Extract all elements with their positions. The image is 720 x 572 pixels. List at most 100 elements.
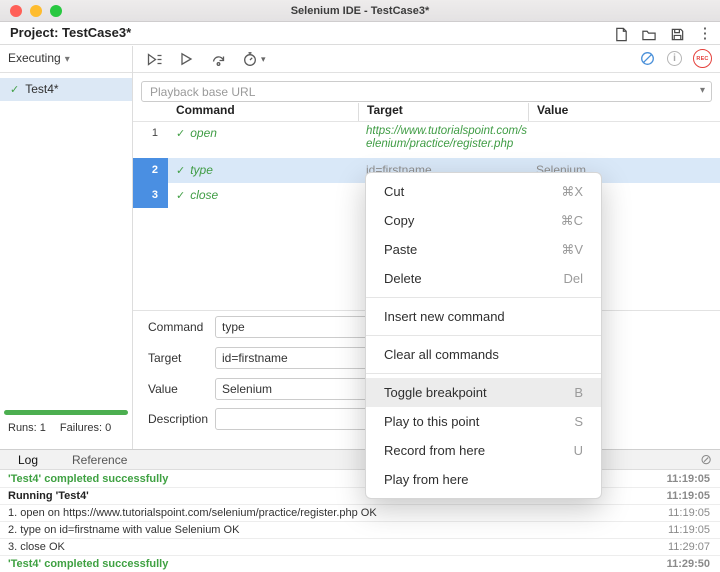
disable-breakpoints-button[interactable]	[638, 50, 656, 68]
menu-item-delete[interactable]: Delete Del	[366, 264, 601, 293]
record-button[interactable]: REC	[693, 49, 712, 68]
menu-item-paste[interactable]: Paste ⌘V	[366, 235, 601, 264]
log-time: 11:19:05	[668, 505, 710, 522]
log-entry: Running 'Test4' 11:19:05	[0, 488, 720, 505]
toolbar: Executing ▾ ▾ i REC	[0, 46, 720, 73]
menu-item-record-from-here[interactable]: Record from here U	[366, 436, 601, 465]
menu-item-play-from-here[interactable]: Play from here	[366, 465, 601, 494]
log-time: 11:29:50	[667, 556, 710, 572]
command-cell: close	[190, 188, 218, 202]
log-text: 'Test4' completed successfully	[8, 473, 168, 485]
titlebar: Selenium IDE - TestCase3*	[0, 0, 720, 22]
menu-item-label: Insert new command	[384, 302, 505, 331]
menu-item-label: Toggle breakpoint	[384, 378, 487, 407]
log-entry: 3. close OK 11:29:07	[0, 539, 720, 556]
menu-item-label: Clear all commands	[384, 340, 499, 369]
check-icon: ✓	[10, 84, 19, 96]
failures-count: Failures: 0	[60, 422, 111, 434]
menu-separator	[366, 373, 601, 374]
breakpoint-row-number[interactable]: 3	[133, 183, 168, 208]
menu-shortcut: ⌘X	[561, 177, 583, 206]
check-icon: ✓	[176, 165, 185, 177]
log-entry: 1. open on https://www.tutorialspoint.co…	[0, 505, 720, 522]
save-project-button[interactable]	[668, 25, 686, 43]
clear-log-icon[interactable]: ⊘	[700, 451, 712, 468]
run-stats: Runs: 1 Failures: 0	[8, 422, 125, 434]
command-field-label: Command	[148, 316, 203, 338]
new-project-button[interactable]	[612, 25, 630, 43]
tab-reference[interactable]: Reference	[62, 450, 137, 471]
log-time: 11:19:05	[667, 471, 710, 488]
sidebar-item-test4[interactable]: ✓ Test4*	[0, 78, 132, 101]
value-cell	[528, 122, 720, 158]
menu-item-copy[interactable]: Copy ⌘C	[366, 206, 601, 235]
playback-url-wrap: ▾	[141, 81, 712, 102]
playback-base-url-input[interactable]	[141, 81, 712, 102]
project-title: Project: TestCase3*	[10, 25, 131, 40]
description-field-label: Description	[148, 408, 208, 430]
menu-item-label: Cut	[384, 177, 404, 206]
command-cell: open	[190, 126, 217, 140]
log-time: 11:19:05	[667, 488, 710, 505]
menu-shortcut: Del	[563, 264, 583, 293]
menu-item-label: Delete	[384, 264, 422, 293]
log-entry: 'Test4' completed successfully 11:29:50	[0, 556, 720, 572]
column-header-target: Target	[358, 103, 528, 121]
breakpoint-row-number[interactable]: 2	[133, 158, 168, 183]
menu-item-label: Play to this point	[384, 407, 479, 436]
menu-item-label: Copy	[384, 206, 414, 235]
command-cell: type	[190, 163, 213, 177]
log-text: Running 'Test4'	[8, 490, 89, 502]
project-bar: Project: TestCase3* ⋮	[0, 23, 720, 45]
menu-item-clear-all-commands[interactable]: Clear all commands	[366, 340, 601, 369]
check-icon: ✓	[176, 190, 185, 202]
menu-item-label: Record from here	[384, 436, 485, 465]
log-entry: 'Test4' completed successfully 11:19:05	[0, 471, 720, 488]
project-name: TestCase3*	[62, 25, 131, 40]
menu-item-play-to-this-point[interactable]: Play to this point S	[366, 407, 601, 436]
more-options-button[interactable]: ⋮	[696, 25, 714, 43]
test-name: Test4*	[25, 82, 58, 96]
menu-separator	[366, 335, 601, 336]
menu-item-cut[interactable]: Cut ⌘X	[366, 177, 601, 206]
chevron-down-icon: ▾	[65, 54, 70, 65]
open-project-button[interactable]	[640, 25, 658, 43]
tab-log[interactable]: Log	[8, 450, 48, 471]
menu-shortcut: U	[574, 436, 583, 465]
window-title: Selenium IDE - TestCase3*	[0, 0, 720, 22]
row-number[interactable]: 1	[133, 122, 168, 158]
menu-item-label: Play from here	[384, 465, 469, 494]
check-icon: ✓	[176, 128, 185, 140]
run-all-tests-button[interactable]	[145, 50, 163, 68]
log-text: 2. type on id=firstname with value Selen…	[8, 524, 239, 536]
menu-shortcut: ⌘V	[561, 235, 583, 264]
menu-shortcut: ⌘C	[561, 206, 583, 235]
value-field-label: Value	[148, 378, 178, 400]
bottom-tabbar: Log Reference ⊘	[0, 449, 720, 470]
project-label: Project:	[10, 25, 58, 40]
pause-on-exceptions-button[interactable]: i	[667, 51, 682, 66]
run-current-test-button[interactable]	[177, 50, 195, 68]
step-over-button[interactable]	[209, 50, 227, 68]
chevron-down-icon: ▾	[261, 54, 266, 65]
menu-item-label: Paste	[384, 235, 417, 264]
selenium-ide-window: Selenium IDE - TestCase3* Project: TestC…	[0, 0, 720, 572]
column-header-command: Command	[168, 103, 358, 121]
menu-item-toggle-breakpoint[interactable]: Toggle breakpoint B	[366, 378, 601, 407]
context-menu: Cut ⌘X Copy ⌘C Paste ⌘V Delete Del Inser…	[365, 172, 602, 499]
menu-shortcut: B	[574, 378, 583, 407]
runs-count: Runs: 1	[8, 422, 46, 434]
log-text: 1. open on https://www.tutorialspoint.co…	[8, 507, 377, 519]
run-progress-bar	[4, 410, 128, 415]
menu-shortcut: S	[574, 407, 583, 436]
target-cell: https://www.tutorialspoint.com/selenium/…	[358, 122, 528, 158]
menu-item-insert-new-command[interactable]: Insert new command	[366, 302, 601, 331]
test-speed-button[interactable]: ▾	[241, 50, 266, 68]
table-row[interactable]: 1 ✓ open https://www.tutorialspoint.com/s…	[133, 122, 720, 158]
stopwatch-icon	[241, 50, 259, 68]
menu-separator	[366, 297, 601, 298]
executing-dropdown[interactable]: Executing ▾	[8, 51, 70, 65]
log-time: 11:19:05	[668, 522, 710, 539]
executing-dropdown-label: Executing	[8, 51, 61, 65]
log-entry: 2. type on id=firstname with value Selen…	[0, 522, 720, 539]
